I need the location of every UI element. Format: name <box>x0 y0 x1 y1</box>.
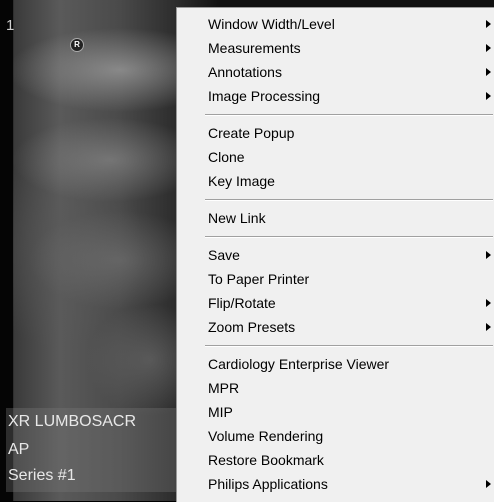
menu-item-to-paper-printer[interactable]: To Paper Printer <box>208 268 494 290</box>
submenu-arrow-icon <box>486 92 491 100</box>
menu-item-key-image[interactable]: Key Image <box>208 170 494 192</box>
menu-separator <box>205 345 493 347</box>
menu-item-label: Create Popup <box>208 125 295 141</box>
menu-item-mip[interactable]: MIP <box>208 401 494 423</box>
menu-item-volume-rendering[interactable]: Volume Rendering <box>208 425 494 447</box>
menu-item-label: Flip/Rotate <box>208 295 276 311</box>
menu-item-measurements[interactable]: Measurements <box>208 37 494 59</box>
menu-item-label: Window Width/Level <box>208 16 335 32</box>
menu-item-zoom-presets[interactable]: Zoom Presets <box>208 316 494 338</box>
viewport-number: 1 <box>6 17 15 34</box>
menu-item-label: Clone <box>208 149 245 165</box>
menu-item-label: Philips Applications <box>208 476 328 492</box>
menu-item-label: Restore Bookmark <box>208 452 324 468</box>
menu-item-label: Cardiology Enterprise Viewer <box>208 356 390 372</box>
menu-item-label: To Paper Printer <box>208 271 310 287</box>
menu-separator <box>205 114 493 116</box>
submenu-arrow-icon <box>486 68 491 76</box>
submenu-arrow-icon <box>486 20 491 28</box>
menu-item-label: Image Processing <box>208 88 321 104</box>
context-menu: Window Width/Level Measurements Annotation… <box>176 7 494 502</box>
menu-item-label: Zoom Presets <box>208 319 296 335</box>
menu-item-label: Save <box>208 247 240 263</box>
menu-separator <box>205 199 493 201</box>
menu-item-label: MPR <box>208 380 240 396</box>
menu-item-cardiology-enterprise-viewer[interactable]: Cardiology Enterprise Viewer <box>208 353 494 375</box>
menu-item-clone[interactable]: Clone <box>208 146 494 168</box>
submenu-arrow-icon <box>486 299 491 307</box>
menu-item-label: Annotations <box>208 64 282 80</box>
series-label: Series #1 <box>8 467 76 484</box>
submenu-arrow-icon <box>486 480 491 488</box>
menu-item-label: Key Image <box>208 173 275 189</box>
view-label: AP <box>8 441 30 458</box>
menu-item-flip-rotate[interactable]: Flip/Rotate <box>208 292 494 314</box>
menu-item-label: MIP <box>208 404 233 420</box>
menu-item-restore-bookmark[interactable]: Restore Bookmark <box>208 449 494 471</box>
menu-item-label: Measurements <box>208 40 301 56</box>
menu-item-annotations[interactable]: Annotations <box>208 61 494 83</box>
submenu-arrow-icon <box>486 323 491 331</box>
menu-item-label: New Link <box>208 210 266 226</box>
menu-item-window-width-level[interactable]: Window Width/Level <box>208 13 494 35</box>
orientation-marker: R <box>70 38 84 52</box>
menu-item-save[interactable]: Save <box>208 244 494 266</box>
submenu-arrow-icon <box>486 44 491 52</box>
menu-separator <box>205 236 493 238</box>
menu-item-philips-applications[interactable]: Philips Applications <box>208 473 494 495</box>
menu-item-mpr[interactable]: MPR <box>208 377 494 399</box>
menu-item-label: Volume Rendering <box>208 428 324 444</box>
menu-item-new-link[interactable]: New Link <box>208 207 494 229</box>
study-description-label: XR LUMBOSACR <box>8 413 137 430</box>
submenu-arrow-icon <box>486 251 491 259</box>
menu-item-image-processing[interactable]: Image Processing <box>208 85 494 107</box>
menu-item-create-popup[interactable]: Create Popup <box>208 122 494 144</box>
